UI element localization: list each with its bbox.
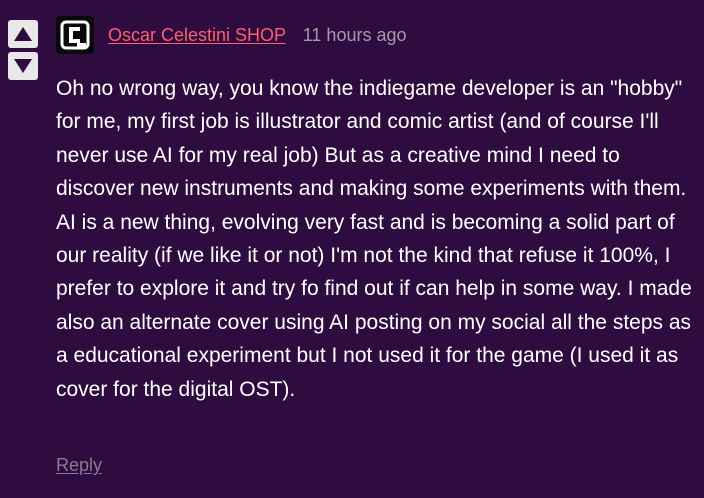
comment-meta: Oscar Celestini SHOP 11 hours ago: [108, 24, 407, 46]
reply-link[interactable]: Reply: [56, 454, 102, 476]
avatar-logo-icon: [56, 16, 94, 54]
timestamp: 11 hours ago: [302, 25, 407, 45]
avatar[interactable]: [56, 16, 94, 54]
vote-controls: [8, 20, 38, 84]
comment: Oscar Celestini SHOP 11 hours ago Oh no …: [0, 0, 704, 498]
author-link[interactable]: Oscar Celestini SHOP: [108, 25, 286, 45]
upvote-button[interactable]: [8, 20, 38, 48]
arrow-down-icon: [14, 59, 32, 73]
arrow-up-icon: [14, 27, 32, 41]
comment-body: Oh no wrong way, you know the indiegame …: [56, 77, 692, 401]
downvote-button[interactable]: [8, 52, 38, 80]
